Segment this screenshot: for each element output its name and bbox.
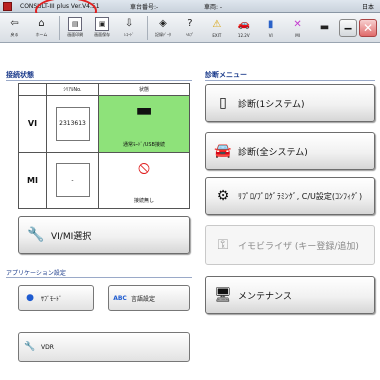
print-screen-label: 画面印刷 [67,32,84,37]
screen-capture-label: 画面保存 [94,32,111,37]
maintenance-button[interactable]: 🖥 メンテナンス [205,276,375,314]
car-diagnosis-icon: 🚘 [214,143,232,159]
language-settings-button[interactable]: ABC 言語設定 [108,285,190,311]
serial-column-header: ｼﾘｱﾙNo. [46,83,99,96]
recorded-data-label: 記録ﾃﾞｰﾀ [154,32,171,37]
vdr-icon: 🔧 [24,342,36,352]
print-screen-icon: ▤ [68,17,83,31]
diagnosis-all-systems-label: 診断(全システム) [238,147,308,158]
key-registration-icon: ⚿ [217,237,229,253]
minimize-button[interactable]: ‒ [339,18,357,37]
vehicle-label: 車両: - [204,3,223,11]
back-button[interactable]: ⇦ 戻る [2,15,27,41]
close-button[interactable]: ✕ [359,18,377,37]
case-number-label: 車台番号:- [130,3,159,11]
vi-mi-select-button[interactable]: 🔧 VI/MI選択 [18,216,190,254]
maintenance-icon: 🖥 [214,287,232,303]
prohibited-icon: ⦸ [138,156,150,178]
mi-status-indicator: ✕ MI [285,15,310,41]
help-button[interactable]: ? ﾍﾙﾌﾟ [177,15,202,41]
phone-device-icon: ▯ [219,95,227,111]
home-icon: ⌂ [38,18,45,29]
help-label: ﾍﾙﾌﾟ [185,32,194,37]
mi-serial-number: - [55,163,90,198]
title-bar: CONSULT-III plus Ver.V4.51 車台番号:- 車両: - … [0,0,380,13]
vi-state-text: 通常ﾓｰﾄﾞ/USB接続 [123,141,165,148]
mi-status-label: MI [295,32,300,38]
home-label: ホーム [35,32,48,37]
recorder-label: ﾚｺｰﾄﾞ [124,32,135,37]
sub-mode-icon: ● [26,293,34,303]
vi-connected-icon: ▮ [267,18,274,30]
recorded-data-button[interactable]: ◈ 記録ﾃﾞｰﾀ [151,15,176,41]
mi-row: MI - ⦸ 接続無し [18,151,190,209]
diagnosis-menu-rule [205,80,375,81]
vi-status-label: VI [268,32,273,38]
help-icon: ? [187,18,193,29]
home-button[interactable]: ⌂ ホーム [29,15,54,41]
toolbar-separator [146,15,148,40]
connection-status-title: 接続状態 [6,71,34,79]
connector-icon: ▬ [319,21,330,33]
voltage-label: 12.2V [237,32,250,38]
app-version-title: CONSULT-III plus Ver.V4.51 [20,2,100,10]
connection-status-table: ｼﾘｱﾙNo. 状態 VI 2313613 ▬ 通常ﾓｰﾄﾞ/USB接続 MI … [18,83,190,209]
country-label: 日本 [361,3,374,11]
consult-app-icon [3,1,12,11]
diagnosis-single-system-label: 診断(1システム) [238,99,305,110]
screen-capture-icon: ▣ [95,17,110,31]
toolbar-separator [58,15,60,40]
sub-mode-label: ｻﾌﾞﾓｰﾄﾞ [41,295,63,303]
toolbar: ⇦ 戻る ⌂ ホーム ▤ 画面印刷 ▣ 画面保存 ⇩ ﾚｺｰﾄﾞ ◈ 記録ﾃﾞｰ… [0,13,380,43]
recorder-icon: ⇩ [124,18,134,29]
print-screen-button[interactable]: ▤ 画面印刷 [63,15,88,41]
vi-serial-number: 2313613 [55,106,90,141]
connector-indicator: ▬ [312,15,337,41]
back-arrow-icon: ⇦ [10,18,19,29]
battery-voltage-indicator: 🚗 12.2V [231,15,256,41]
recorded-data-icon: ◈ [159,18,167,29]
connection-status-rule [6,80,192,81]
maintenance-label: メンテナンス [238,291,292,302]
window-controls: ‒ ✕ [339,18,380,37]
back-label: 戻る [10,32,19,37]
mi-state-text: 接続無し [133,198,154,204]
mi-disconnected-icon: ✕ [293,18,302,30]
wrench-gear-icon: 🔧 [27,227,45,243]
recorder-button[interactable]: ⇩ ﾚｺｰﾄﾞ [117,15,142,41]
vdr-button[interactable]: 🔧 VDR [18,332,190,362]
mi-serial-cell: - [46,151,99,209]
battery-voltage-icon: 🚗 [237,18,250,30]
app-settings-title: アプリケーション設定 [6,270,66,277]
vi-serial-cell: 2313613 [46,95,99,153]
immobilizer-button[interactable]: ⚿ イモビライザ (キー登録/追加) [205,225,375,265]
vi-mi-select-label: VI/MI選択 [51,231,92,242]
warning-exit-icon: ⚠ [212,18,222,30]
vi-row: VI 2313613 ▬ 通常ﾓｰﾄﾞ/USB接続 [18,95,190,153]
vdr-label: VDR [41,343,54,351]
reprogramming-icon: ⚙ [216,188,230,204]
state-column-header: 状態 [98,83,190,96]
language-settings-label: 言語設定 [131,295,156,303]
mi-row-label: MI [18,151,47,209]
exit-label: EXIT [212,32,222,38]
vi-status-indicator: ▮ VI [258,15,283,41]
reprogramming-config-button[interactable]: ⚙ ﾘﾌﾟﾛ/ﾌﾟﾛｸﾞﾗﾐﾝｸﾞ, C/U設定(ｺﾝﾌｨｸﾞ) [205,177,375,215]
diagnosis-all-systems-button[interactable]: 🚘 診断(全システム) [205,132,375,170]
abc-language-icon: ABC [113,294,127,302]
app-settings-rule [6,277,192,278]
diagnosis-menu-title: 診断メニュー [205,71,247,79]
sub-mode-button[interactable]: ● ｻﾌﾞﾓｰﾄﾞ [18,285,94,311]
usb-plug-icon: ▬ [135,100,153,121]
diagnosis-single-system-button[interactable]: ▯ 診断(1システム) [205,84,375,122]
mi-state-cell: ⦸ 接続無し [98,151,190,209]
immobilizer-label: イモビライザ (キー登録/追加) [238,241,359,252]
empty-header-cell [18,83,47,96]
vi-state-cell: ▬ 通常ﾓｰﾄﾞ/USB接続 [98,95,190,153]
reprogramming-config-label: ﾘﾌﾟﾛ/ﾌﾟﾛｸﾞﾗﾐﾝｸﾞ, C/U設定(ｺﾝﾌｨｸﾞ) [238,191,363,201]
vi-row-label: VI [18,95,47,153]
exit-button[interactable]: ⚠ EXIT [204,15,229,41]
screen-capture-button[interactable]: ▣ 画面保存 [90,15,115,41]
